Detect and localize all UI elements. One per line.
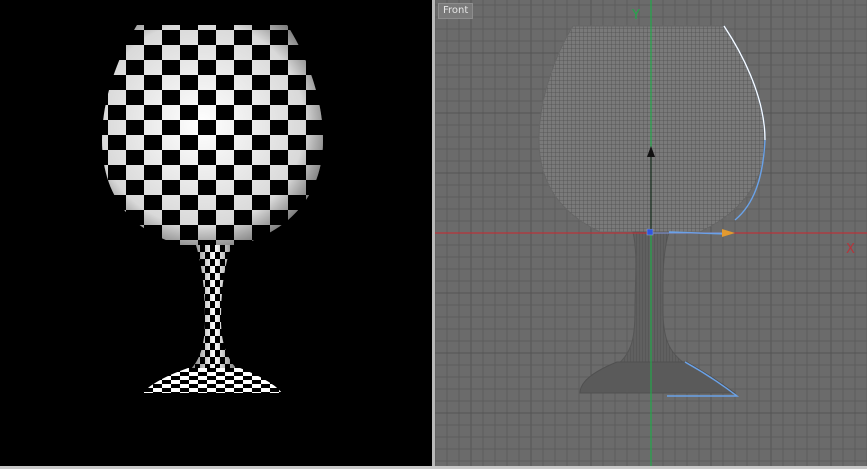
bowl-wireframe (538, 25, 766, 233)
app-window: XY Front (0, 0, 867, 469)
glass-wireframe[interactable] (538, 25, 766, 394)
front-canvas: XY (435, 0, 867, 469)
render-canvas (102, 25, 323, 393)
viewport-label-front[interactable]: Front (438, 3, 474, 19)
gizmo-x-handle[interactable] (722, 229, 735, 237)
front-viewport[interactable]: XY Front (435, 0, 867, 469)
x-axis-label: X (846, 242, 855, 257)
foot-surface (143, 368, 282, 393)
y-axis-label: Y (631, 8, 640, 23)
render-viewport[interactable] (0, 0, 432, 469)
glass-render (102, 25, 323, 393)
gizmo-center-handle[interactable] (646, 228, 654, 236)
